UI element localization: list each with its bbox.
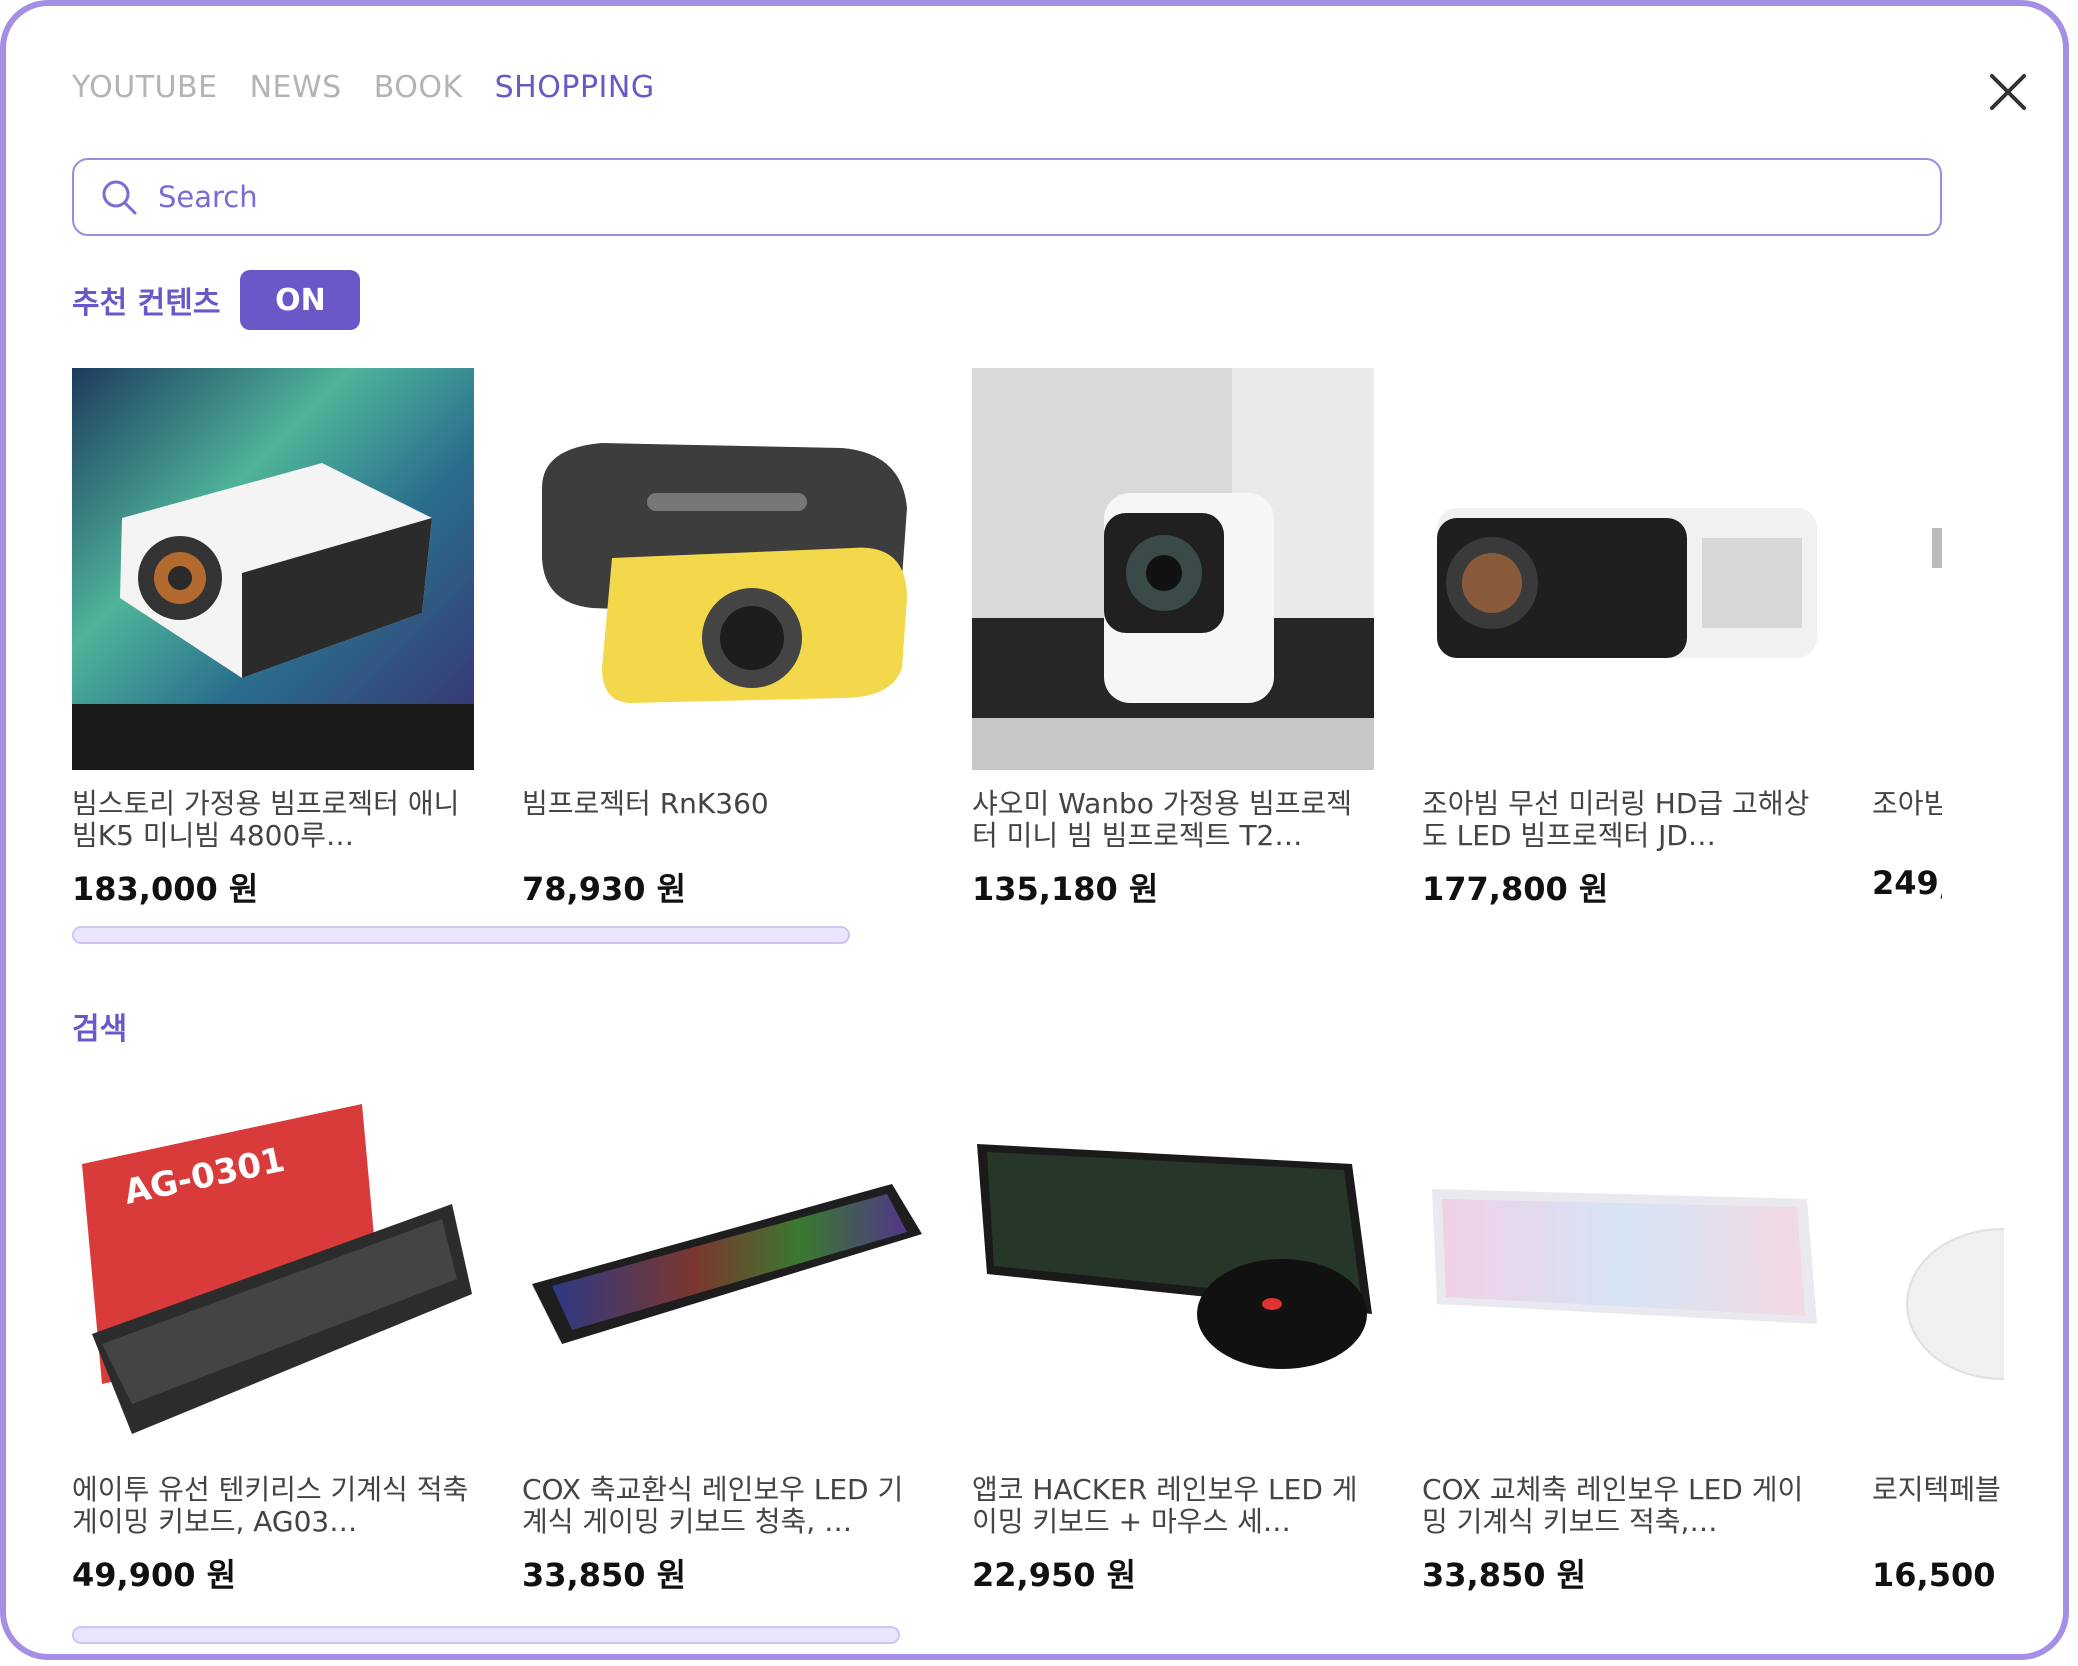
product-title: 조아빔 무선 미러링 HD급 고해상도 LED 빔프로젝터 JD…	[1422, 788, 1810, 852]
product-image-projector-aurora	[72, 368, 474, 770]
tab-shopping[interactable]: SHOPPING	[495, 70, 655, 105]
product-image-projector-partial	[1872, 368, 1942, 770]
recommended-label: 추천 컨텐츠	[72, 286, 221, 321]
product-title: COX 교체축 레인보우 LED 게이밍 기계식 키보드 적축,…	[1422, 1474, 1804, 1538]
product-image-projector-wanbo	[972, 368, 1374, 770]
product-price: 22,950 원	[972, 1556, 1137, 1594]
product-card[interactable]: COX 축교환식 레인보우 LED 기계식 게이밍 키보드 청축, … 33,8…	[522, 1054, 924, 1596]
product-card[interactable]: 빔스토리 가정용 빔프로젝터 애니빔K5 미니빔 4800루… 183,000 …	[72, 368, 474, 910]
product-price: 183,000 원	[72, 870, 259, 908]
product-card[interactable]: 앱코 HACKER 레인보우 LED 게이밍 키보드 + 마우스 세… 22,9…	[972, 1054, 1374, 1596]
product-price: 135,180 원	[972, 870, 1159, 908]
recommended-toggle[interactable]: ON	[240, 270, 361, 330]
product-card[interactable]: 샤오미 Wanbo 가정용 빔프로젝터 미니 빔 빔프로젝트 T2… 135,1…	[972, 368, 1374, 910]
product-image-keyboard-mouse-abko	[972, 1054, 1374, 1456]
product-image-projector-joabeam	[1422, 368, 1824, 770]
search-input[interactable]	[156, 179, 1860, 215]
product-price: 16,500 원	[1872, 1556, 2004, 1594]
product-card[interactable]: 로지텍페블 선 마우스 16,500 원	[1872, 1054, 2004, 1596]
close-button[interactable]	[1984, 68, 2032, 116]
product-card[interactable]: 빔프로젝터 RnK360 78,930 원	[522, 368, 924, 910]
product-price: 33,850 원	[1422, 1556, 1587, 1594]
product-price: 249,0	[1872, 864, 1942, 902]
product-card[interactable]: AG-0301 에이투 유선 텐키리스 기계식 적축 게이밍 키보드, AG03…	[72, 1054, 474, 1596]
recommended-scrollbar[interactable]	[72, 926, 850, 944]
product-title: 빔스토리 가정용 빔프로젝터 애니빔K5 미니빔 4800루…	[72, 788, 460, 852]
product-card[interactable]: 조아빔 무선 미러링 HD급 고해상도 LED 빔프로젝터 JD… 177,80…	[1422, 368, 1824, 910]
tab-youtube[interactable]: YOUTUBE	[72, 70, 218, 105]
product-title: 로지텍페블 선 마우스	[1872, 1474, 2004, 1506]
product-title: 조아빔 링 스	[1872, 788, 1942, 820]
search-section-label: 검색	[72, 1012, 128, 1047]
product-image-keyboard-cox-white	[1422, 1054, 1824, 1456]
product-image-projector-yellow	[522, 368, 924, 770]
product-title: 에이투 유선 텐키리스 기계식 적축 게이밍 키보드, AG03…	[72, 1474, 469, 1538]
recommended-header: 추천 컨텐츠 ON	[72, 270, 361, 330]
product-image-keyboard-ag0301: AG-0301	[72, 1054, 474, 1456]
tab-news[interactable]: NEWS	[250, 70, 342, 105]
product-title: 샤오미 Wanbo 가정용 빔프로젝터 미니 빔 빔프로젝트 T2…	[972, 788, 1353, 852]
search-results-carousel: AG-0301 에이투 유선 텐키리스 기계식 적축 게이밍 키보드, AG03…	[72, 1054, 2004, 1596]
product-title: COX 축교환식 레인보우 LED 기계식 게이밍 키보드 청축, …	[522, 1474, 904, 1538]
product-title: 앱코 HACKER 레인보우 LED 게이밍 키보드 + 마우스 세…	[972, 1474, 1358, 1538]
product-card[interactable]: COX 교체축 레인보우 LED 게이밍 기계식 키보드 적축,… 33,850…	[1422, 1054, 1824, 1596]
product-price: 177,800 원	[1422, 870, 1609, 908]
product-price: 49,900 원	[72, 1556, 237, 1594]
recommended-carousel: 빔스토리 가정용 빔프로젝터 애니빔K5 미니빔 4800루… 183,000 …	[72, 368, 1942, 910]
product-image-mouse-logitech	[1872, 1054, 2004, 1456]
search-box	[72, 158, 1942, 236]
product-title: 빔프로젝터 RnK360	[522, 788, 769, 820]
product-price: 78,930 원	[522, 870, 687, 908]
tab-book[interactable]: BOOK	[374, 70, 463, 105]
product-price: 33,850 원	[522, 1556, 687, 1594]
shopping-panel: YOUTUBE NEWS BOOK SHOPPING 추천 컨텐츠 ON	[0, 0, 2069, 1660]
product-card[interactable]: 조아빔 링 스 249,0	[1872, 368, 1942, 910]
close-icon	[1990, 74, 2026, 110]
search-icon	[102, 180, 137, 215]
search-results-scrollbar[interactable]	[72, 1626, 900, 1644]
product-image-keyboard-cox	[522, 1054, 924, 1456]
category-tabs: YOUTUBE NEWS BOOK SHOPPING	[72, 70, 655, 105]
